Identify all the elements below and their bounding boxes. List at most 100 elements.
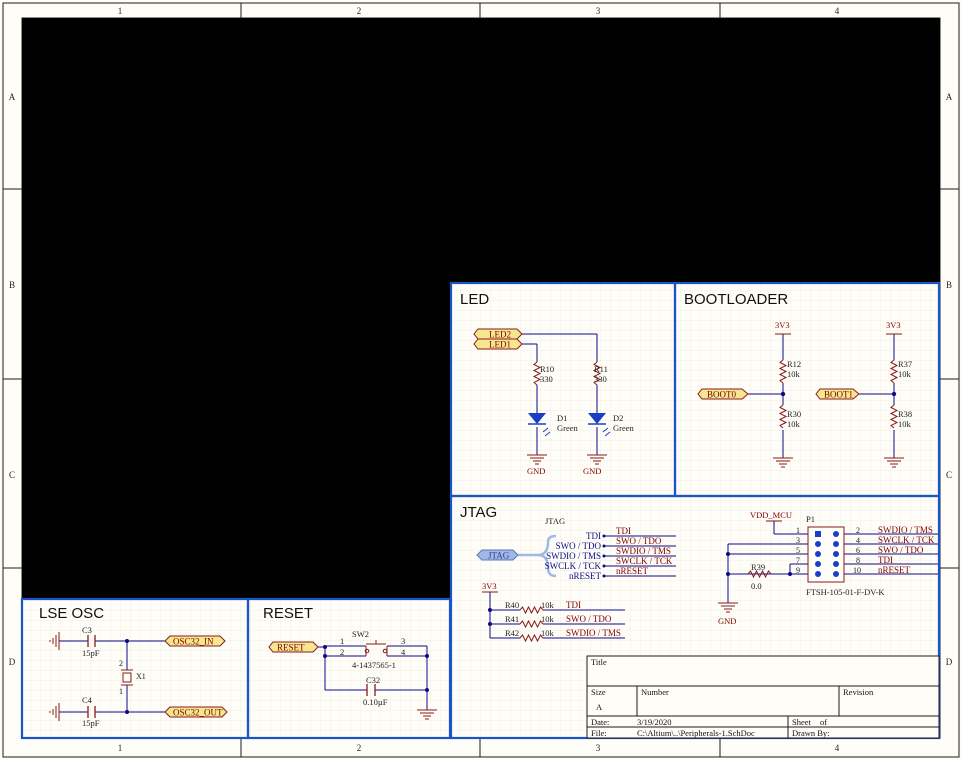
- lse-title: LSE OSC: [39, 605, 104, 622]
- port-led2-label: LED2: [489, 330, 511, 340]
- p1-net-tdo: SWO / TDO: [878, 545, 924, 555]
- p1-pin-7: 7: [796, 556, 800, 565]
- r37-value: 10k: [898, 369, 912, 379]
- sw2-pin-2: 2: [340, 647, 344, 657]
- port-osc32-in[interactable]: OSC32_IN: [164, 635, 226, 647]
- p1-pin-5: 5: [796, 546, 800, 555]
- r37-ref: R37: [898, 359, 912, 369]
- c4-ref: C4: [82, 695, 93, 705]
- d2-value: Green: [613, 423, 635, 433]
- c3-value: 15pF: [82, 648, 100, 658]
- port-jtag[interactable]: JTAG: [476, 549, 519, 561]
- p1-ref: P1: [806, 514, 815, 524]
- d1-ref: D1: [557, 413, 567, 423]
- harness-entry-tms: SWDIO / TMS: [546, 551, 601, 561]
- sw2-pin-1: 1: [340, 636, 344, 646]
- row-label-b: B: [9, 280, 15, 290]
- junction-pullup-1: [488, 608, 492, 612]
- p1-pin-2: 2: [856, 526, 860, 535]
- r30-ref: R30: [787, 409, 801, 419]
- d1-value: Green: [557, 423, 579, 433]
- port-boot1[interactable]: BOOT1: [815, 388, 860, 400]
- junction-osc-in: [125, 639, 129, 643]
- p1-net-nreset: nRESET: [878, 565, 911, 575]
- junction-boot0: [780, 391, 786, 397]
- p1-pin-1: 1: [796, 526, 800, 535]
- p1-pin-4: 4: [856, 536, 860, 545]
- port-led2[interactable]: LED2: [473, 328, 523, 340]
- gnd-label-led-2: GND: [583, 466, 601, 476]
- harness-entry-tdi: TDI: [586, 531, 601, 541]
- revision-label: Revision: [843, 687, 874, 697]
- r11-value: 330: [594, 374, 607, 384]
- r39-value: 0.0: [751, 581, 762, 591]
- number-label: Number: [641, 687, 669, 697]
- gnd-label-jtag: GND: [718, 616, 736, 626]
- row-label-c: C: [9, 470, 15, 480]
- r40-ref: R40: [505, 600, 519, 610]
- port-osc32-in-label: OSC32_IN: [173, 637, 214, 647]
- p1-pin-6: 6: [856, 546, 860, 555]
- port-boot0-label: BOOT0: [707, 390, 736, 400]
- size-value: A: [596, 702, 603, 712]
- reset-title: RESET: [263, 605, 313, 622]
- c4-value: 15pF: [82, 718, 100, 728]
- p1-pin-8: 8: [856, 556, 860, 565]
- junction-reset-1: [323, 645, 327, 649]
- bootloader-title: BOOTLOADER: [684, 291, 788, 308]
- port-boot0[interactable]: BOOT0: [697, 388, 749, 400]
- net-tms: SWDIO / TMS: [616, 546, 671, 556]
- c32-value: 0.10µF: [363, 697, 388, 707]
- r10-value: 330: [540, 374, 553, 384]
- row-label-a-right: A: [946, 92, 953, 102]
- drawn-by-label: Drawn By:: [792, 728, 830, 738]
- col-label-1-bottom: 1: [118, 743, 123, 753]
- p1-part: FTSH-105-01-F-DV-K: [806, 587, 885, 597]
- date-value: 3/19/2020: [637, 717, 671, 727]
- net-tck: SWCLK / TCK: [616, 556, 673, 566]
- x1-pin-1: 1: [119, 687, 123, 696]
- junction-pullup-2: [488, 622, 492, 626]
- pullup-net-tms: SWDIO / TMS: [566, 628, 621, 638]
- r40-value: 10k: [541, 600, 555, 610]
- row-label-c-right: C: [946, 470, 952, 480]
- col-label-2: 2: [357, 6, 362, 16]
- c3-ref: C3: [82, 625, 92, 635]
- port-osc32-out[interactable]: OSC32_OUT: [164, 706, 228, 718]
- col-label-2-bottom: 2: [357, 743, 362, 753]
- port-led1[interactable]: LED1: [473, 338, 523, 350]
- row-label-d: D: [9, 657, 16, 667]
- col-label-3-bottom: 3: [596, 743, 601, 753]
- junction-p1-gnd-1: [726, 552, 730, 556]
- port-jtag-label: JTAG: [488, 551, 510, 561]
- sheet-label: Sheet: [792, 717, 812, 727]
- junction-boot1: [891, 391, 897, 397]
- title-block: Title Size A Number Revision Date: 3/19/…: [586, 655, 940, 739]
- d2-ref: D2: [613, 413, 623, 423]
- junction-reset-2: [323, 654, 327, 658]
- p1-pin-10: 10: [853, 566, 861, 575]
- row-label-a: A: [9, 92, 16, 102]
- junction-p1-gnd-2: [726, 572, 730, 576]
- jtag-harness-label: JTAG: [545, 516, 565, 526]
- r38-ref: R38: [898, 409, 912, 419]
- file-value: C:\Altium\..\Peripherals-1.SchDoc: [637, 728, 755, 738]
- gnd-label-led-1: GND: [527, 466, 545, 476]
- vdd-mcu-label: VDD_MCU: [750, 510, 792, 520]
- junction-p1-r39: [788, 572, 792, 576]
- r10-ref: R10: [540, 364, 554, 374]
- port-led1-label: LED1: [489, 340, 511, 350]
- x1-pin-2: 2: [119, 659, 123, 668]
- port-reset-label: RESET: [277, 643, 305, 653]
- r38-value: 10k: [898, 419, 912, 429]
- p1-net-tck: SWCLK / TCK: [878, 535, 935, 545]
- harness-entry-tdo: SWO / TDO: [556, 541, 602, 551]
- col-label-4: 4: [835, 6, 840, 16]
- p1-net-tms: SWDIO / TMS: [878, 525, 933, 535]
- power-3v3-jtag-label: 3V3: [482, 581, 497, 591]
- p1-pin-3: 3: [796, 536, 800, 545]
- of-label: of: [820, 717, 827, 727]
- port-reset[interactable]: RESET: [268, 641, 319, 653]
- p1-pin-9: 9: [796, 566, 800, 575]
- col-label-4-bottom: 4: [835, 743, 840, 753]
